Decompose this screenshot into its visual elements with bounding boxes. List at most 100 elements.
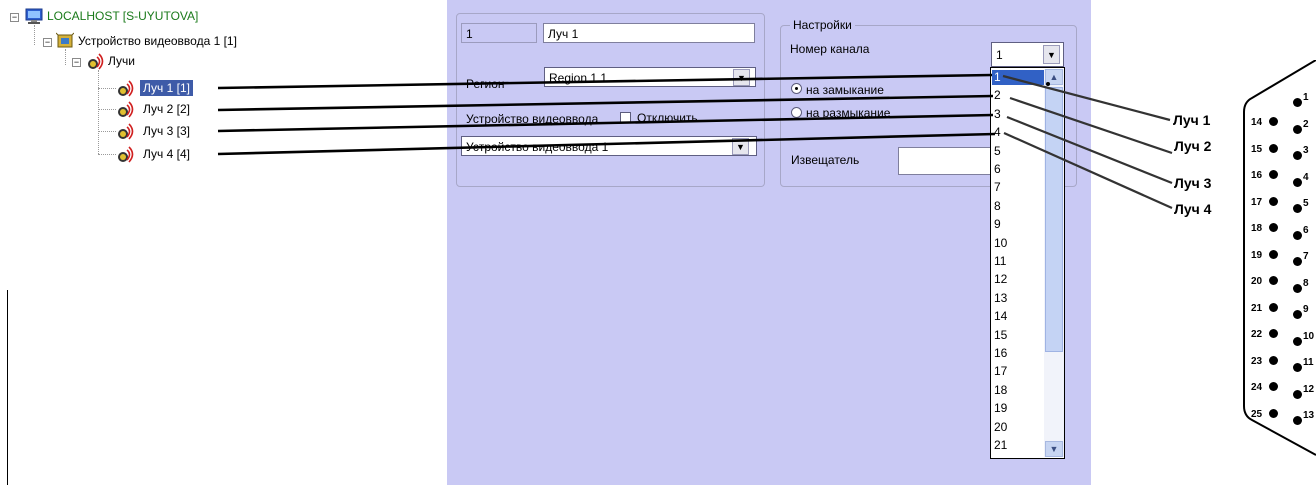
pin-number-label: 2 (1303, 118, 1309, 130)
tree-loop-item[interactable]: Луч 1 [1] (140, 80, 193, 96)
pin-dot (1269, 196, 1278, 206)
tree-connector (98, 70, 99, 154)
pin-dot (1293, 336, 1302, 346)
dropdown-option[interactable]: 9 (992, 217, 1045, 232)
tree-loop-item[interactable]: Луч 3 [3] (143, 123, 190, 139)
chevron-down-icon[interactable]: ▼ (733, 69, 750, 86)
dropdown-option[interactable]: 18 (992, 383, 1045, 398)
pin-dot (1293, 257, 1302, 266)
video-device-label: Устройство видеоввода (466, 112, 599, 126)
tree-connector (98, 154, 116, 155)
pin-number-label: 6 (1303, 224, 1309, 236)
connector-loop-label: Луч 1 (1173, 112, 1211, 128)
settings-group-title: Настройки (790, 18, 855, 32)
channel-number-label: Номер канала (790, 42, 870, 56)
object-tree: − LOCALHOST [S-UYUTOVA] − Устройство вид… (0, 0, 440, 485)
dropdown-option[interactable]: 14 (992, 309, 1045, 324)
pin-number-label: 23 (1251, 355, 1263, 367)
pin-dot (1269, 170, 1278, 179)
pin-number-label: 10 (1303, 330, 1315, 342)
pin-number-label: 20 (1251, 276, 1263, 287)
region-select[interactable]: Region 1.1 (544, 67, 756, 87)
normally-open-label: на размыкание (806, 106, 891, 120)
normally-closed-radio[interactable] (791, 83, 802, 94)
tree-connector (98, 88, 116, 89)
dropdown-option[interactable]: 2 (992, 88, 1045, 103)
dropdown-option[interactable]: 7 (992, 180, 1045, 195)
dropdown-option[interactable]: 15 (992, 328, 1045, 343)
video-device-icon (56, 32, 74, 48)
loop-icon (88, 53, 104, 70)
scroll-up-icon[interactable]: ▲ (1045, 69, 1063, 85)
pin-number-label: 7 (1303, 251, 1309, 262)
pin-dot (1269, 329, 1278, 338)
dropdown-option[interactable]: 19 (992, 401, 1045, 416)
scroll-thumb[interactable] (1045, 87, 1063, 352)
dropdown-option[interactable]: 13 (992, 291, 1045, 306)
tree-loop-item[interactable]: Луч 2 [2] (143, 101, 190, 117)
pin-number-label: 18 (1251, 223, 1263, 234)
pin-dot (1269, 276, 1278, 285)
pin-number-label: 25 (1251, 408, 1263, 420)
tree-root-label[interactable]: LOCALHOST [S-UYUTOVA] (47, 8, 198, 24)
pin-dot (1293, 177, 1302, 187)
pin-dot (1269, 382, 1278, 391)
dropdown-option[interactable]: 10 (992, 236, 1045, 251)
channel-dropdown-list: 1 2 3 4 5 6 7 8 9 10 11 12 13 14 15 16 17 18 19 20 21 ▲ ▼ (990, 67, 1065, 459)
pin-number-label: 15 (1251, 143, 1263, 155)
device-collapse-toggle[interactable]: − (43, 38, 52, 47)
video-device-select[interactable]: Устройство видеоввода 1 (461, 136, 757, 156)
pin-number-label: 9 (1303, 304, 1309, 315)
connector-loop-label: Луч 2 (1174, 138, 1212, 154)
pin-dot (1269, 249, 1278, 259)
object-name-field[interactable]: Луч 1 (543, 23, 755, 43)
pin-dot (1293, 283, 1302, 293)
pin-dot (1293, 98, 1302, 107)
tree-loop-item[interactable]: Луч 4 [4] (143, 146, 190, 162)
dropdown-option[interactable]: 11 (992, 254, 1045, 269)
dropdown-option[interactable]: 4 (992, 125, 1045, 140)
pin-number-label: 11 (1303, 357, 1314, 368)
pin-number-label: 1 (1303, 92, 1309, 103)
dropdown-option[interactable]: 20 (992, 420, 1045, 435)
pin-number-label: 3 (1303, 145, 1309, 156)
pin-dot (1293, 124, 1302, 134)
tree-device-label[interactable]: Устройство видеоввода 1 [1] (78, 33, 237, 49)
dropdown-scrollbar[interactable]: ▲ ▼ (1044, 69, 1064, 457)
dropdown-option[interactable]: 16 (992, 346, 1045, 361)
normally-open-radio[interactable] (791, 107, 802, 118)
loops-collapse-toggle[interactable]: − (72, 58, 81, 67)
pin-dot (1293, 416, 1302, 425)
dropdown-option[interactable]: 5 (992, 144, 1045, 159)
pin-dot (1293, 204, 1302, 213)
dropdown-option[interactable]: 3 (992, 107, 1045, 122)
tree-connector (98, 109, 116, 110)
scroll-down-icon[interactable]: ▼ (1045, 441, 1063, 457)
detector-label: Извещатель (791, 153, 860, 167)
chevron-down-icon[interactable]: ▼ (1043, 45, 1060, 64)
pin-number-label: 17 (1251, 196, 1263, 208)
pin-number-label: 16 (1251, 170, 1263, 181)
loop-icon (118, 146, 134, 163)
dropdown-option[interactable]: 8 (992, 199, 1045, 214)
dropdown-option[interactable]: 12 (992, 272, 1045, 287)
pin-dot (1293, 310, 1302, 319)
dropdown-option[interactable]: 17 (992, 364, 1045, 379)
chevron-down-icon[interactable]: ▼ (732, 138, 749, 155)
tree-loops-label[interactable]: Лучи (108, 53, 135, 69)
tree-connector (98, 131, 116, 132)
normally-closed-label: на замыкание (806, 83, 884, 97)
pin-number-label: 19 (1251, 249, 1263, 261)
pin-number-label: 8 (1303, 277, 1309, 289)
pin-dot (1269, 223, 1278, 232)
root-collapse-toggle[interactable]: − (10, 13, 19, 22)
loop-icon (118, 80, 134, 97)
pin-dot (1269, 355, 1278, 365)
dropdown-option[interactable]: 1 (992, 70, 1045, 85)
disable-checkbox[interactable] (620, 112, 631, 123)
dropdown-option[interactable]: 6 (992, 162, 1045, 177)
pin-dot (1293, 389, 1302, 399)
detector-field[interactable] (898, 147, 993, 175)
dropdown-option[interactable]: 21 (992, 438, 1045, 453)
object-id-field[interactable]: 1 (461, 23, 537, 43)
